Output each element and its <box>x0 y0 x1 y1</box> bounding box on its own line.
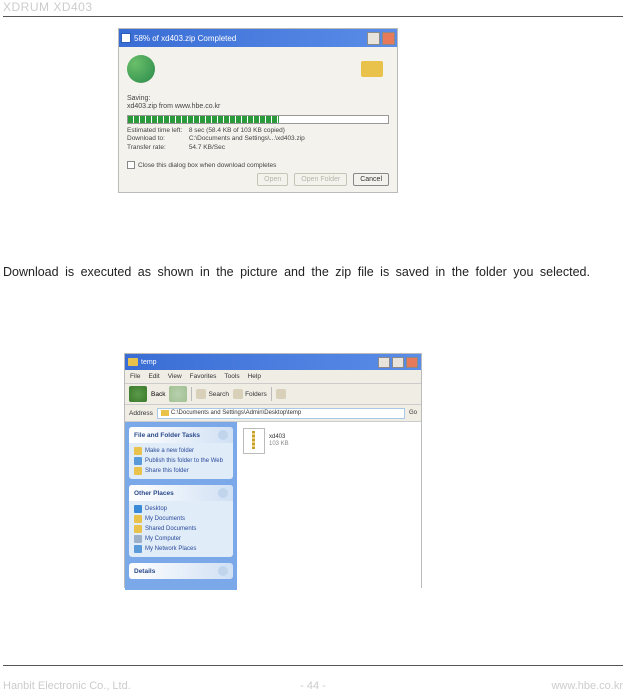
back-label: Back <box>151 391 165 398</box>
progress-bar <box>127 115 389 124</box>
sidebar-task-item[interactable]: Share this folder <box>134 466 228 476</box>
folder-icon <box>161 410 169 416</box>
tasks-panel: File and Folder Tasks Make a new folder … <box>129 427 233 479</box>
file-item[interactable]: xd403 103 KB <box>243 428 415 454</box>
computer-icon <box>134 535 142 543</box>
folder-icon <box>128 358 138 366</box>
open-folder-button: Open Folder <box>294 173 347 186</box>
network-icon <box>134 545 142 553</box>
toolbar: Back Search Folders <box>125 384 421 405</box>
shared-icon <box>134 525 142 533</box>
chevron-icon[interactable] <box>218 430 228 440</box>
go-button[interactable]: Go <box>409 410 417 416</box>
menu-file[interactable]: File <box>130 373 140 380</box>
minimize-button[interactable] <box>367 32 380 45</box>
forward-button[interactable] <box>169 386 187 402</box>
header-divider <box>3 16 623 17</box>
download-info: Estimated time left: 8 sec (58.4 KB of 1… <box>127 127 305 152</box>
open-button: Open <box>257 173 288 186</box>
maximize-button[interactable] <box>392 357 404 368</box>
page-number: - 44 - <box>300 680 326 692</box>
checkbox-icon[interactable] <box>127 161 135 169</box>
sidebar-place-item[interactable]: My Computer <box>134 534 228 544</box>
chevron-icon[interactable] <box>218 488 228 498</box>
globe-icon <box>127 55 155 83</box>
desktop-icon <box>134 505 142 513</box>
close-button[interactable] <box>382 32 395 45</box>
file-name: xd403 <box>269 434 289 441</box>
explorer-titlebar: temp <box>125 354 421 370</box>
share-icon <box>134 467 142 475</box>
close-when-done-checkbox[interactable]: Close this dialog box when download comp… <box>127 161 276 169</box>
page-footer: Hanbit Electronic Co., Ltd. - 44 - www.h… <box>3 665 623 692</box>
views-button[interactable] <box>276 389 286 399</box>
footer-url: www.hbe.co.kr <box>551 680 623 692</box>
folders-icon <box>233 389 243 399</box>
documents-icon <box>134 515 142 523</box>
sidebar-place-item[interactable]: Desktop <box>134 504 228 514</box>
menu-help[interactable]: Help <box>248 373 261 380</box>
folder-icon <box>134 447 142 455</box>
search-button[interactable]: Search <box>196 389 229 399</box>
search-icon <box>196 389 206 399</box>
sidebar: File and Folder Tasks Make a new folder … <box>125 422 237 590</box>
instruction-text: Download is executed as shown in the pic… <box>3 262 623 283</box>
address-bar: Address C:\Documents and Settings\Admin\… <box>125 405 421 422</box>
zip-icon <box>243 428 265 454</box>
folder-icon <box>361 61 383 77</box>
menu-tools[interactable]: Tools <box>224 373 239 380</box>
cancel-button[interactable]: Cancel <box>353 173 389 186</box>
folders-button[interactable]: Folders <box>233 389 267 399</box>
views-icon <box>276 389 286 399</box>
file-list-area[interactable]: xd403 103 KB <box>237 422 421 590</box>
product-title: XDRUM XD403 <box>3 0 93 14</box>
download-dialog: 58% of xd403.zip Completed Saving: xd403… <box>118 28 398 193</box>
sidebar-task-item[interactable]: Make a new folder <box>134 446 228 456</box>
dialog-titlebar: 58% of xd403.zip Completed <box>119 29 397 47</box>
sidebar-place-item[interactable]: My Network Places <box>134 544 228 554</box>
download-filename: xd403.zip from www.hbe.co.kr <box>127 103 220 110</box>
places-panel: Other Places Desktop My Documents Shared… <box>129 485 233 557</box>
file-size: 103 KB <box>269 441 289 448</box>
footer-company: Hanbit Electronic Co., Ltd. <box>3 680 131 692</box>
web-icon <box>134 457 142 465</box>
menu-edit[interactable]: Edit <box>148 373 159 380</box>
details-panel: Details <box>129 563 233 579</box>
menu-view[interactable]: View <box>168 373 182 380</box>
sidebar-task-item[interactable]: Publish this folder to the Web <box>134 456 228 466</box>
close-button[interactable] <box>406 357 418 368</box>
dialog-title: 58% of xd403.zip Completed <box>134 34 236 43</box>
menu-bar: File Edit View Favorites Tools Help <box>125 370 421 384</box>
back-button[interactable] <box>129 386 147 402</box>
address-label: Address <box>129 410 153 417</box>
minimize-button[interactable] <box>378 357 390 368</box>
sidebar-place-item[interactable]: Shared Documents <box>134 524 228 534</box>
saving-label: Saving: <box>127 95 150 102</box>
explorer-window: temp File Edit View Favorites Tools Help… <box>124 353 422 588</box>
explorer-title: temp <box>141 359 375 366</box>
address-input[interactable]: C:\Documents and Settings\Admin\Desktop\… <box>157 408 405 419</box>
chevron-icon[interactable] <box>218 566 228 576</box>
menu-favorites[interactable]: Favorites <box>190 373 217 380</box>
download-icon <box>121 33 131 43</box>
sidebar-place-item[interactable]: My Documents <box>134 514 228 524</box>
